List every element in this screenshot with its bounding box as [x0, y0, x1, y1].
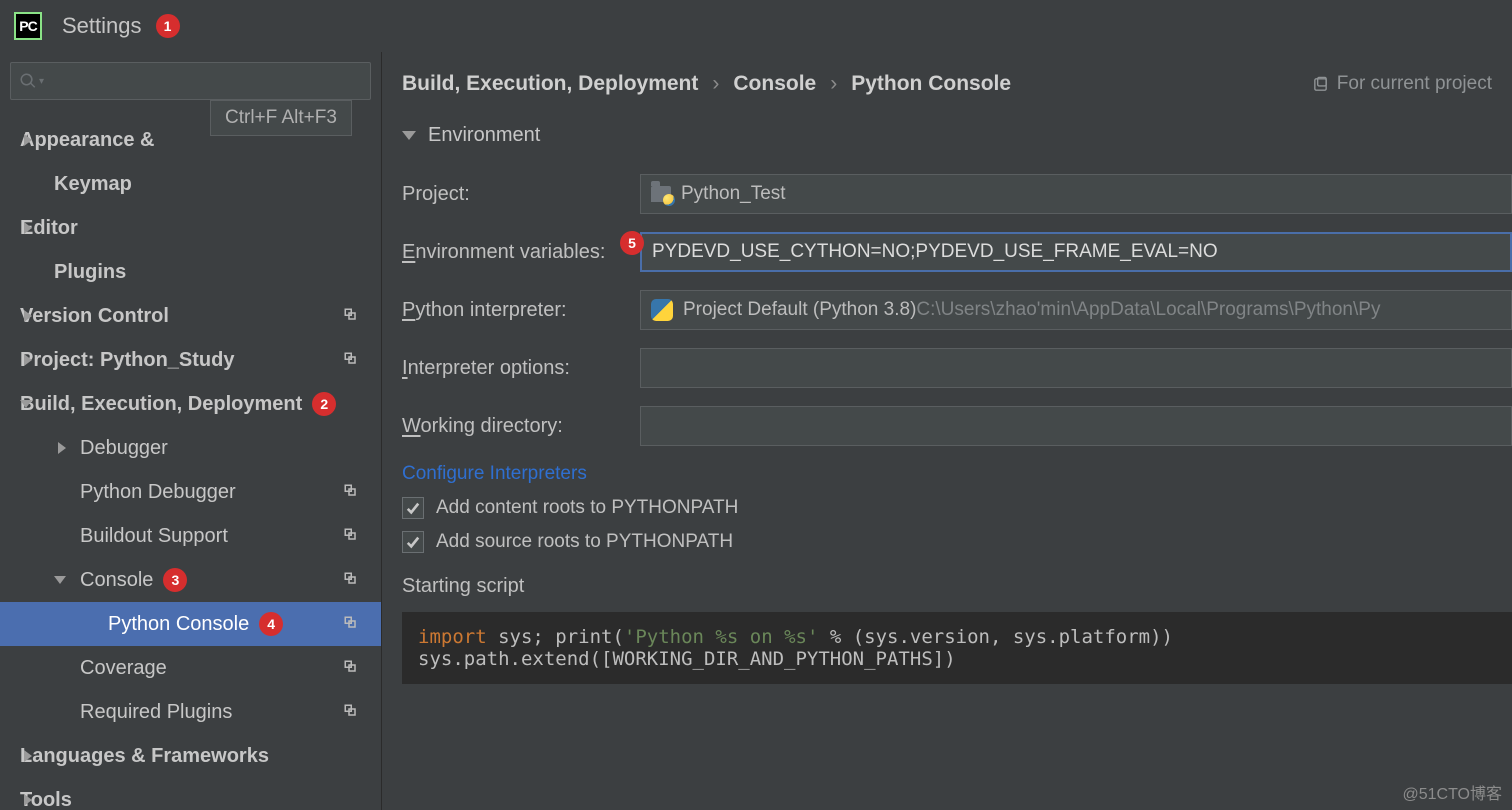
tree-node-build-execution-deployment[interactable]: Build, Execution, Deployment2	[0, 382, 381, 426]
environment-section-header[interactable]: Environment	[402, 124, 1512, 147]
interpreter-options-field[interactable]	[640, 348, 1512, 388]
add-source-roots-row[interactable]: Add source roots to PYTHONPATH	[402, 531, 1512, 553]
env-variables-label: Environment variables: 5	[402, 241, 640, 264]
chevron-down-icon	[402, 131, 416, 140]
add-source-roots-checkbox[interactable]	[402, 531, 424, 553]
breadcrumb-sep: ›	[830, 72, 837, 96]
folder-python-icon	[651, 186, 671, 202]
starting-script-label: Starting script	[402, 575, 1512, 598]
search-input[interactable]: ▾	[10, 62, 371, 100]
annotation-badge-5: 5	[620, 231, 644, 255]
python-interpreter-row: Python interpreter: Project Default (Pyt…	[402, 281, 1512, 339]
scope-icon	[1312, 76, 1329, 93]
project-label: Project:	[402, 183, 640, 206]
tree-node-buildout-support[interactable]: Buildout Support	[0, 514, 381, 558]
project-row: Project: Python_Test	[402, 165, 1512, 223]
tree-node-languages-frameworks[interactable]: Languages & Frameworks	[0, 734, 381, 778]
annotation-badge-3: 3	[163, 568, 187, 592]
chevron-right-icon	[24, 134, 32, 146]
python-interpreter-label: Python interpreter:	[402, 299, 640, 322]
tree-node-debugger[interactable]: Debugger	[0, 426, 381, 470]
main-panel: Build, Execution, Deployment › Console ›…	[382, 52, 1512, 810]
python-interpreter-field[interactable]: Project Default (Python 3.8) C:\Users\zh…	[640, 290, 1512, 330]
annotation-badge-4: 4	[259, 612, 283, 636]
interpreter-options-label: Interpreter options:	[402, 357, 640, 380]
chevron-right-icon	[24, 222, 32, 234]
chevron-down-icon	[20, 400, 32, 408]
tree-node-plugins[interactable]: Plugins	[0, 250, 381, 294]
chevron-right-icon	[24, 794, 32, 806]
window-title: Settings	[62, 13, 142, 39]
breadcrumb-b[interactable]: Console	[733, 72, 816, 96]
breadcrumb: Build, Execution, Deployment › Console ›…	[402, 72, 1011, 96]
check-icon	[406, 501, 420, 515]
scope-icon	[343, 307, 361, 325]
annotation-badge-2: 2	[312, 392, 336, 416]
python-icon	[651, 299, 673, 321]
search-icon	[19, 72, 37, 90]
configure-interpreters-link[interactable]: Configure Interpreters	[402, 463, 587, 485]
chevron-right-icon	[24, 354, 32, 366]
scope-icon	[343, 527, 361, 545]
watermark: @51CTO博客	[1402, 780, 1502, 804]
breadcrumb-c: Python Console	[851, 72, 1011, 96]
tree-node-version-control[interactable]: Version Control	[0, 294, 381, 338]
scope-indicator: For current project	[1312, 73, 1492, 95]
interpreter-options-row: Interpreter options:	[402, 339, 1512, 397]
annotation-badge-1: 1	[156, 14, 180, 38]
scope-icon	[343, 659, 361, 677]
breadcrumb-a[interactable]: Build, Execution, Deployment	[402, 72, 698, 96]
tree-node-python-debugger[interactable]: Python Debugger	[0, 470, 381, 514]
search-dropdown-caret: ▾	[39, 76, 44, 87]
tree-node-project-python-study[interactable]: Project: Python_Study	[0, 338, 381, 382]
pycharm-icon	[14, 12, 42, 40]
env-variables-row: Environment variables: 5 PYDEVD_USE_CYTH…	[402, 223, 1512, 281]
tree-node-keymap[interactable]: Keymap	[0, 162, 381, 206]
starting-script-editor[interactable]: import sys; print('Python %s on %s' % (s…	[402, 612, 1512, 684]
tree-node-coverage[interactable]: Coverage	[0, 646, 381, 690]
tree-node-tools[interactable]: Tools	[0, 778, 381, 810]
tree-node-required-plugins[interactable]: Required Plugins	[0, 690, 381, 734]
tree-node-editor[interactable]: Editor	[0, 206, 381, 250]
scope-icon	[343, 703, 361, 721]
tree-node-python-console[interactable]: Python Console4	[0, 602, 381, 646]
scope-icon	[343, 483, 361, 501]
project-field[interactable]: Python_Test	[640, 174, 1512, 214]
scope-icon	[343, 571, 361, 589]
working-directory-row: Working directory:	[402, 397, 1512, 455]
working-directory-label: Working directory:	[402, 415, 640, 438]
add-content-roots-checkbox[interactable]	[402, 497, 424, 519]
chevron-right-icon	[58, 442, 66, 454]
chevron-right-icon	[24, 310, 32, 322]
tree-node-console[interactable]: Console3	[0, 558, 381, 602]
scope-icon	[343, 351, 361, 369]
titlebar: Settings 1	[0, 0, 1512, 52]
settings-sidebar: ▾ Ctrl+F Alt+F3 Appearance &KeymapEditor…	[0, 52, 382, 810]
scope-icon	[343, 615, 361, 633]
env-variables-field[interactable]: PYDEVD_USE_CYTHON=NO;PYDEVD_USE_FRAME_EV…	[640, 232, 1512, 272]
working-directory-field[interactable]	[640, 406, 1512, 446]
add-content-roots-row[interactable]: Add content roots to PYTHONPATH	[402, 497, 1512, 519]
settings-tree: Appearance &KeymapEditorPluginsVersion C…	[0, 118, 381, 810]
shortcut-tooltip: Ctrl+F Alt+F3	[210, 100, 352, 136]
breadcrumb-sep: ›	[712, 72, 719, 96]
chevron-down-icon	[54, 576, 66, 584]
chevron-right-icon	[24, 750, 32, 762]
check-icon	[406, 535, 420, 549]
